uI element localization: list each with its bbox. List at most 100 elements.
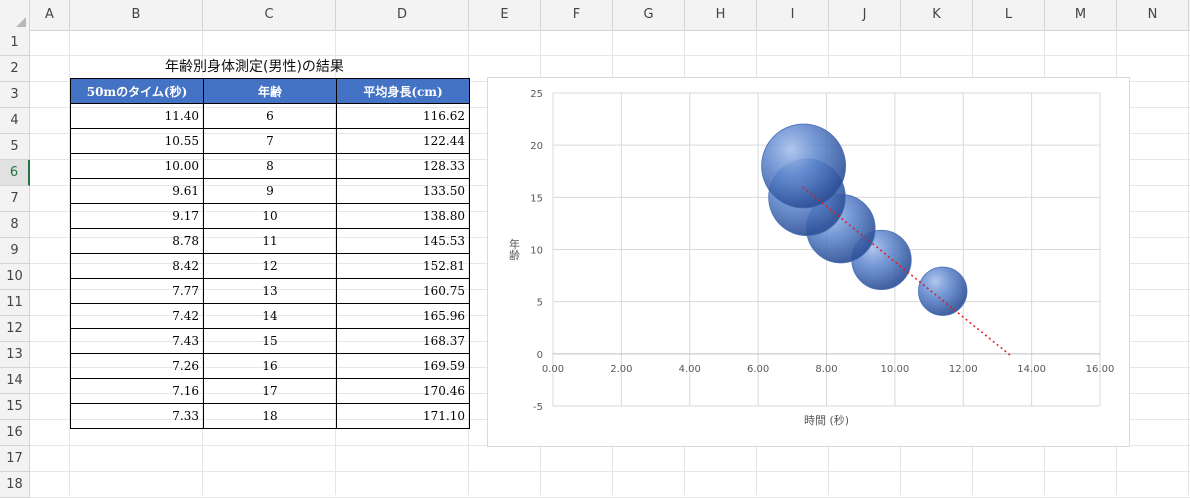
row-header-4[interactable]: 4 xyxy=(0,108,30,134)
y-tick-label: -5 xyxy=(533,402,543,413)
cell-age[interactable]: 13 xyxy=(203,278,337,304)
table-row: 7.77 13 160.75 xyxy=(70,278,470,304)
cell-time[interactable]: 9.17 xyxy=(70,203,204,229)
y-tick-label: 5 xyxy=(537,298,543,309)
row-header-12[interactable]: 12 xyxy=(0,316,30,342)
bubble-point[interactable] xyxy=(918,266,968,316)
bubble-point[interactable] xyxy=(761,123,846,209)
table-title: 年齢別身体測定(男性)の結果 xyxy=(165,59,344,75)
cell-height[interactable]: 116.62 xyxy=(336,103,470,129)
row-header-1[interactable]: 1 xyxy=(0,30,30,56)
row-header-3[interactable]: 3 xyxy=(0,82,30,108)
row-header-16[interactable]: 16 xyxy=(0,420,30,446)
cell-time[interactable]: 7.16 xyxy=(70,378,204,404)
cell-time[interactable]: 7.42 xyxy=(70,303,204,329)
cell-time[interactable]: 10.55 xyxy=(70,128,204,154)
cell-age[interactable]: 10 xyxy=(203,203,337,229)
row-header-8[interactable]: 8 xyxy=(0,212,30,238)
table-row: 9.61 9 133.50 xyxy=(70,178,470,204)
table-row: 8.78 11 145.53 xyxy=(70,228,470,254)
x-tick-label: 14.00 xyxy=(1017,364,1046,375)
cell-age[interactable]: 7 xyxy=(203,128,337,154)
cell-time[interactable]: 7.77 xyxy=(70,278,204,304)
column-header-l[interactable]: L xyxy=(973,0,1045,30)
header-age[interactable]: 年齢 xyxy=(203,78,337,104)
cell-age[interactable]: 15 xyxy=(203,328,337,354)
cell-height[interactable]: 138.80 xyxy=(336,203,470,229)
column-header-c[interactable]: C xyxy=(203,0,336,30)
column-header-k[interactable]: K xyxy=(901,0,973,30)
table-row: 7.33 18 171.10 xyxy=(70,403,470,429)
select-all-triangle-icon xyxy=(16,17,26,27)
cell-age[interactable]: 16 xyxy=(203,353,337,379)
y-tick-label: 25 xyxy=(530,89,543,100)
row-header-9[interactable]: 9 xyxy=(0,238,30,264)
cell-time[interactable]: 7.26 xyxy=(70,353,204,379)
cell-age[interactable]: 14 xyxy=(203,303,337,329)
cell-time[interactable]: 7.33 xyxy=(70,403,204,429)
row-header-15[interactable]: 15 xyxy=(0,394,30,420)
column-header-g[interactable]: G xyxy=(613,0,685,30)
row-header-2[interactable]: 2 xyxy=(0,56,30,82)
row-header-18[interactable]: 18 xyxy=(0,472,30,498)
cell-height[interactable]: 133.50 xyxy=(336,178,470,204)
column-header-n[interactable]: N xyxy=(1117,0,1189,30)
column-header-h[interactable]: H xyxy=(685,0,757,30)
bubble-chart[interactable]: 0.00 2.00 4.00 6.00 8.00 10.00 12.00 14.00 16.00… xyxy=(487,77,1130,447)
row-header-7[interactable]: 7 xyxy=(0,186,30,212)
x-tick-label: 2.00 xyxy=(610,364,632,375)
select-all-corner[interactable] xyxy=(0,0,30,30)
cell-age[interactable]: 18 xyxy=(203,403,337,429)
cell-time[interactable]: 8.42 xyxy=(70,253,204,279)
x-tick-label: 6.00 xyxy=(747,364,769,375)
cell-height[interactable]: 165.96 xyxy=(336,303,470,329)
cell-height[interactable]: 169.59 xyxy=(336,353,470,379)
cell-age[interactable]: 17 xyxy=(203,378,337,404)
cell-height[interactable]: 145.53 xyxy=(336,228,470,254)
table-header-row: 50mのタイム(秒) 年齢 平均身長(cm) xyxy=(70,78,470,104)
y-axis-title: 年齢 xyxy=(508,237,521,261)
cell-height[interactable]: 128.33 xyxy=(336,153,470,179)
row-header-6[interactable]: 6 xyxy=(0,160,30,186)
column-header-f[interactable]: F xyxy=(541,0,613,30)
data-table: 50mのタイム(秒) 年齢 平均身長(cm) 11.40 6 116.62 10.55… xyxy=(70,78,470,429)
cell-time[interactable]: 9.61 xyxy=(70,178,204,204)
cell-time[interactable]: 11.40 xyxy=(70,103,204,129)
x-tick-label: 12.00 xyxy=(949,364,978,375)
row-header-14[interactable]: 14 xyxy=(0,368,30,394)
cell-age[interactable]: 12 xyxy=(203,253,337,279)
cell-height[interactable]: 122.44 xyxy=(336,128,470,154)
row-header-11[interactable]: 11 xyxy=(0,290,30,316)
cell-age[interactable]: 9 xyxy=(203,178,337,204)
row-header-10[interactable]: 10 xyxy=(0,264,30,290)
column-header-e[interactable]: E xyxy=(469,0,541,30)
table-row: 7.42 14 165.96 xyxy=(70,303,470,329)
column-header-d[interactable]: D xyxy=(336,0,469,30)
cell-height[interactable]: 168.37 xyxy=(336,328,470,354)
cell-time[interactable]: 10.00 xyxy=(70,153,204,179)
column-header-a[interactable]: A xyxy=(30,0,70,30)
cell-height[interactable]: 160.75 xyxy=(336,278,470,304)
x-tick-label: 10.00 xyxy=(881,364,910,375)
table-row: 7.16 17 170.46 xyxy=(70,378,470,404)
column-header-i[interactable]: I xyxy=(757,0,829,30)
cell-time[interactable]: 7.43 xyxy=(70,328,204,354)
column-header-b[interactable]: B xyxy=(70,0,203,30)
row-header-17[interactable]: 17 xyxy=(0,446,30,472)
row-header-13[interactable]: 13 xyxy=(0,342,30,368)
cell-height[interactable]: 171.10 xyxy=(336,403,470,429)
x-tick-label: 8.00 xyxy=(815,364,837,375)
cell-height[interactable]: 170.46 xyxy=(336,378,470,404)
header-time[interactable]: 50mのタイム(秒) xyxy=(70,78,204,104)
cell-time[interactable]: 8.78 xyxy=(70,228,204,254)
cell-height[interactable]: 152.81 xyxy=(336,253,470,279)
row-header-5[interactable]: 5 xyxy=(0,134,30,160)
y-tick-label: 0 xyxy=(537,350,543,361)
cell-age[interactable]: 6 xyxy=(203,103,337,129)
cell-age[interactable]: 11 xyxy=(203,228,337,254)
table-row: 11.40 6 116.62 xyxy=(70,103,470,129)
header-height[interactable]: 平均身長(cm) xyxy=(336,78,470,104)
cell-age[interactable]: 8 xyxy=(203,153,337,179)
column-header-j[interactable]: J xyxy=(829,0,901,30)
column-header-m[interactable]: M xyxy=(1045,0,1117,30)
